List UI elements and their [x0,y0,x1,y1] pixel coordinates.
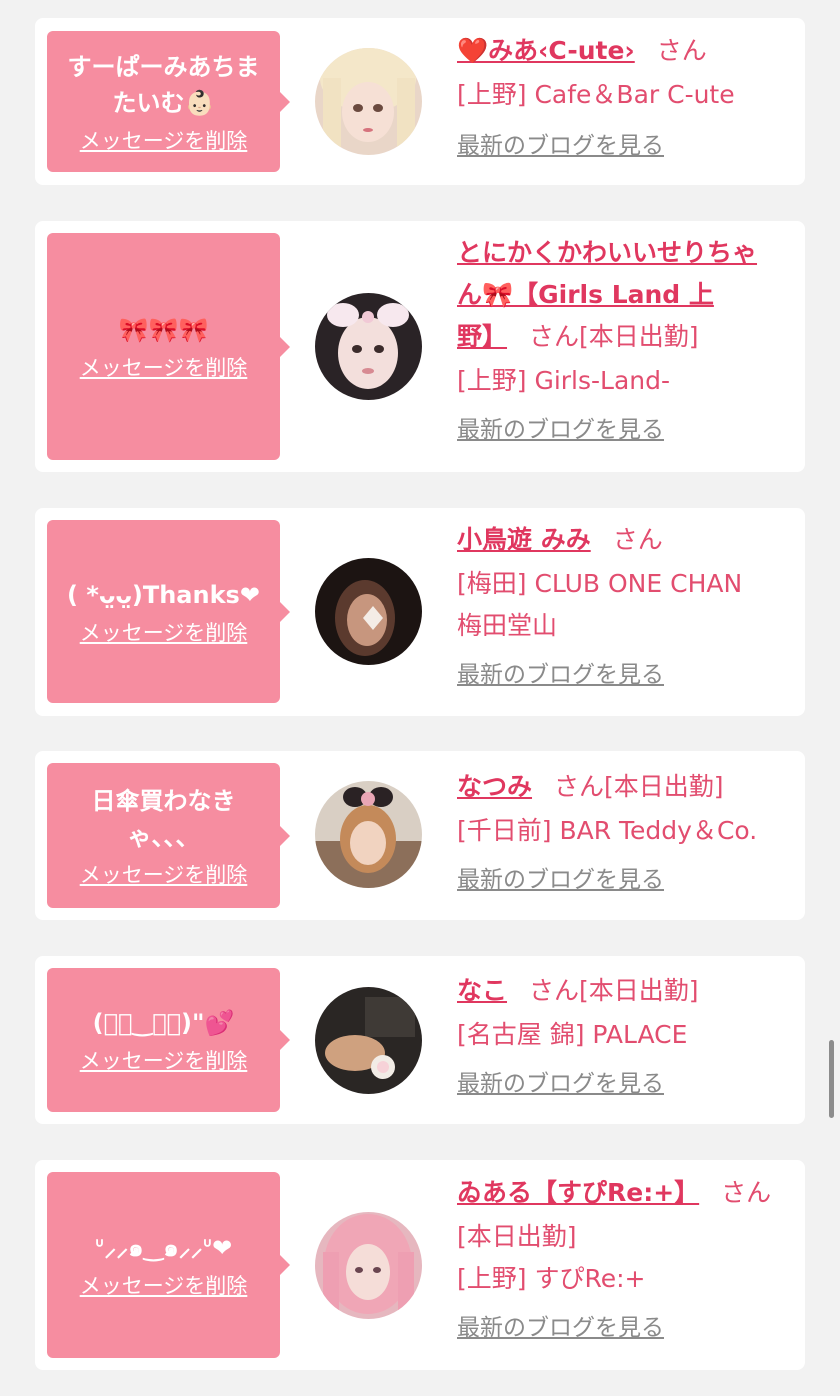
message-card: (ﾞ・‿・ﾞ)"💕 メッセージを削除 なこ さん[本日出勤] [名古屋 錦] PA… [35,956,805,1124]
avatar[interactable] [315,987,422,1094]
honorific: さん [529,976,580,1005]
avatar[interactable] [315,1212,422,1319]
avatar[interactable] [315,293,422,400]
message-text: ( *ᴗ̤ᴗ̤)Thanks❤ [67,580,260,609]
latest-blog-link[interactable]: 最新のブログを見る [457,659,664,691]
honorific: さん [554,772,605,801]
delete-message-link[interactable]: メッセージを削除 [80,1272,248,1300]
cast-info: とにかくかわいいせりちゃ ん🎀【Girls Land 上野】 さん[本日出勤] [上… [457,232,793,446]
cast-name-link[interactable]: なつみ [457,772,532,801]
shop-name: [上野] Girls-Land- [457,366,671,395]
latest-blog-link[interactable]: 最新のブログを見る [457,130,664,162]
cast-name-line: ゐある【すぴRe:+】 さん [457,1172,793,1214]
delete-message-link[interactable]: メッセージを削除 [80,619,248,647]
scrollbar[interactable] [829,1040,834,1118]
message-card: 🎀🎀🎀 メッセージを削除 とにかくかわいいせりちゃ ん🎀【Girls Land 上… [35,221,805,472]
cast-name-link[interactable]: 小鳥遊 みみ [457,525,591,554]
cast-info: なつみ さん[本日出勤] [千日前] BAR Teddy＆Co. 最新のブログを見… [457,766,793,896]
latest-blog-link[interactable]: 最新のブログを見る [457,864,664,896]
cast-name-line: なつみ さん[本日出勤] [457,766,793,808]
message-card: ᐡ⸝⸝๑‿๑⸝⸝ᐡ❤ メッセージを削除 ゐある【すぴRe:+】 さん [本日出勤]… [35,1160,805,1370]
honorific: さん [529,322,580,351]
cast-name-line: ❤️みあ‹C-ute› さん [457,30,793,72]
honorific: さん [612,525,663,554]
message-text: ᐡ⸝⸝๑‿๑⸝⸝ᐡ❤ [94,1234,233,1262]
shop-name: [名古屋 錦] PALACE [457,1020,688,1049]
message-bubble: ( *ᴗ̤ᴗ̤)Thanks❤ メッセージを削除 [47,520,290,703]
shop-name: [上野] すぴRe:+ [457,1264,646,1293]
message-bubble: (ﾞ・‿・ﾞ)"💕 メッセージを削除 [47,968,290,1112]
cast-info: 小鳥遊 みみ さん [梅田] CLUB ONE CHAN 梅田堂山 最新のブログを… [457,519,793,691]
cast-name-line: 小鳥遊 みみ さん [457,519,793,561]
status-badge: [本日出勤] [579,322,699,351]
status-badge: [本日出勤] [457,1222,577,1251]
cast-name-link[interactable]: ゐある【すぴRe:+】 [457,1178,699,1207]
shop-name: [千日前] BAR Teddy＆Co. [457,816,758,845]
latest-blog-link[interactable]: 最新のブログを見る [457,414,664,446]
status-badge: [本日出勤] [604,772,724,801]
cast-name-link[interactable]: なこ [457,976,507,1005]
honorific: さん [656,36,707,65]
message-card: ( *ᴗ̤ᴗ̤)Thanks❤ メッセージを削除 小鳥遊 みみ さん [梅田] C… [35,508,805,716]
message-text: (ﾞ・‿・ﾞ)"💕 [92,1009,235,1037]
shop-name: [梅田] CLUB ONE CHAN 梅田堂山 [457,569,743,640]
message-card: 日傘買わなき ゃ、、、 メッセージを削除 なつみ さん[本日出勤] [千日前] B… [35,751,805,920]
honorific: さん [721,1178,772,1207]
message-bubble: ᐡ⸝⸝๑‿๑⸝⸝ᐡ❤ メッセージを削除 [47,1172,290,1358]
cast-info: ゐある【すぴRe:+】 さん [本日出勤] [上野] すぴRe:+ 最新のブログを… [457,1172,793,1344]
cast-info: ❤️みあ‹C-ute› さん [上野] Cafe＆Bar C-ute 最新のブログ… [457,30,793,162]
delete-message-link[interactable]: メッセージを削除 [80,127,248,155]
status-badge: [本日出勤] [579,976,699,1005]
message-bubble: 日傘買わなき ゃ、、、 メッセージを削除 [47,763,290,908]
avatar[interactable] [315,558,422,665]
avatar[interactable] [315,48,422,155]
cast-name-line: とにかくかわいいせりちゃ ん🎀【Girls Land 上野】 さん[本日出勤] [457,232,793,358]
message-bubble: すーぱーみあちま たいむ👶🏻 メッセージを削除 [47,31,290,172]
avatar[interactable] [315,781,422,888]
message-text: すーぱーみあちま たいむ👶🏻 [67,52,260,117]
shop-name: [上野] Cafe＆Bar C-ute [457,80,735,109]
message-bubble: 🎀🎀🎀 メッセージを削除 [47,233,290,460]
delete-message-link[interactable]: メッセージを削除 [80,1047,248,1075]
cast-name-link[interactable]: ❤️みあ‹C-ute› [457,36,635,65]
latest-blog-link[interactable]: 最新のブログを見る [457,1068,664,1100]
cast-name-line: なこ さん[本日出勤] [457,970,793,1012]
cast-info: なこ さん[本日出勤] [名古屋 錦] PALACE 最新のブログを見る [457,970,793,1100]
message-card: すーぱーみあちま たいむ👶🏻 メッセージを削除 ❤️みあ‹C-ute› さん [上… [35,18,805,185]
message-text: 日傘買わなき ゃ、、、 [91,786,236,851]
message-text: 🎀🎀🎀 [118,315,209,344]
delete-message-link[interactable]: メッセージを削除 [80,354,248,382]
latest-blog-link[interactable]: 最新のブログを見る [457,1312,664,1344]
delete-message-link[interactable]: メッセージを削除 [80,861,248,889]
